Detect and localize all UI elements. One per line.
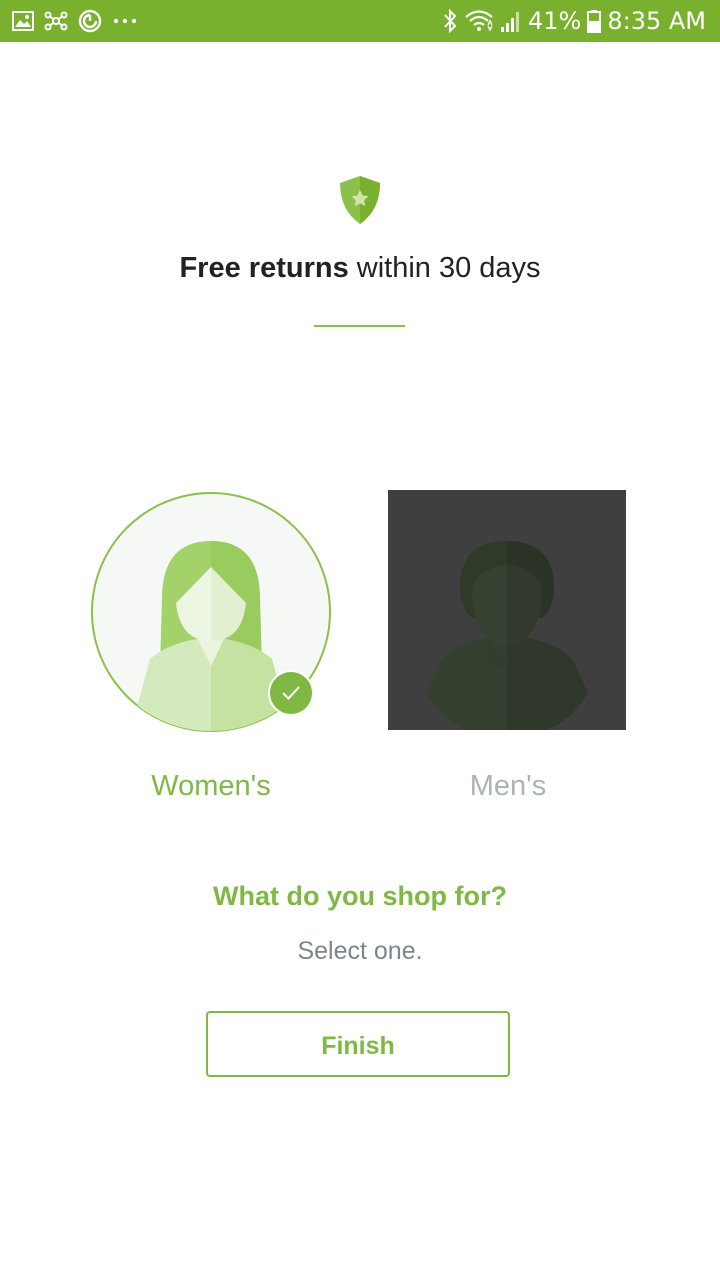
sync-icon bbox=[78, 9, 102, 33]
bluetooth-icon bbox=[442, 8, 458, 34]
promo-bold-text: Free returns bbox=[179, 252, 349, 284]
status-left-icons bbox=[12, 8, 138, 34]
battery-percent: 41% bbox=[528, 7, 582, 35]
mens-label[interactable]: Men's bbox=[389, 766, 627, 806]
network-icon bbox=[44, 9, 68, 33]
gallery-icon bbox=[12, 11, 34, 31]
selected-check-icon bbox=[268, 670, 314, 716]
status-right: 41% 8:35 AM bbox=[442, 6, 706, 36]
shield-star-icon bbox=[336, 174, 384, 226]
promo-text: within 30 days bbox=[348, 252, 541, 284]
wifi-icon bbox=[464, 9, 494, 33]
instruction-text: Select one. bbox=[297, 937, 423, 965]
signal-icon bbox=[500, 9, 522, 33]
status-bar: 41% 8:35 AM bbox=[0, 0, 720, 42]
free-returns-banner: Free returns within 30 days bbox=[0, 248, 720, 288]
finish-button[interactable]: Finish bbox=[206, 1011, 510, 1077]
question-heading: What do you shop for? bbox=[213, 881, 507, 911]
screen: 41% 8:35 AM Free returns within 30 days bbox=[0, 0, 720, 1280]
more-icon bbox=[112, 17, 138, 25]
womens-label[interactable]: Women's bbox=[91, 766, 331, 806]
battery-icon bbox=[587, 9, 602, 33]
divider bbox=[314, 325, 405, 327]
clock: 8:35 AM bbox=[607, 7, 706, 35]
option-mens[interactable] bbox=[388, 490, 626, 730]
